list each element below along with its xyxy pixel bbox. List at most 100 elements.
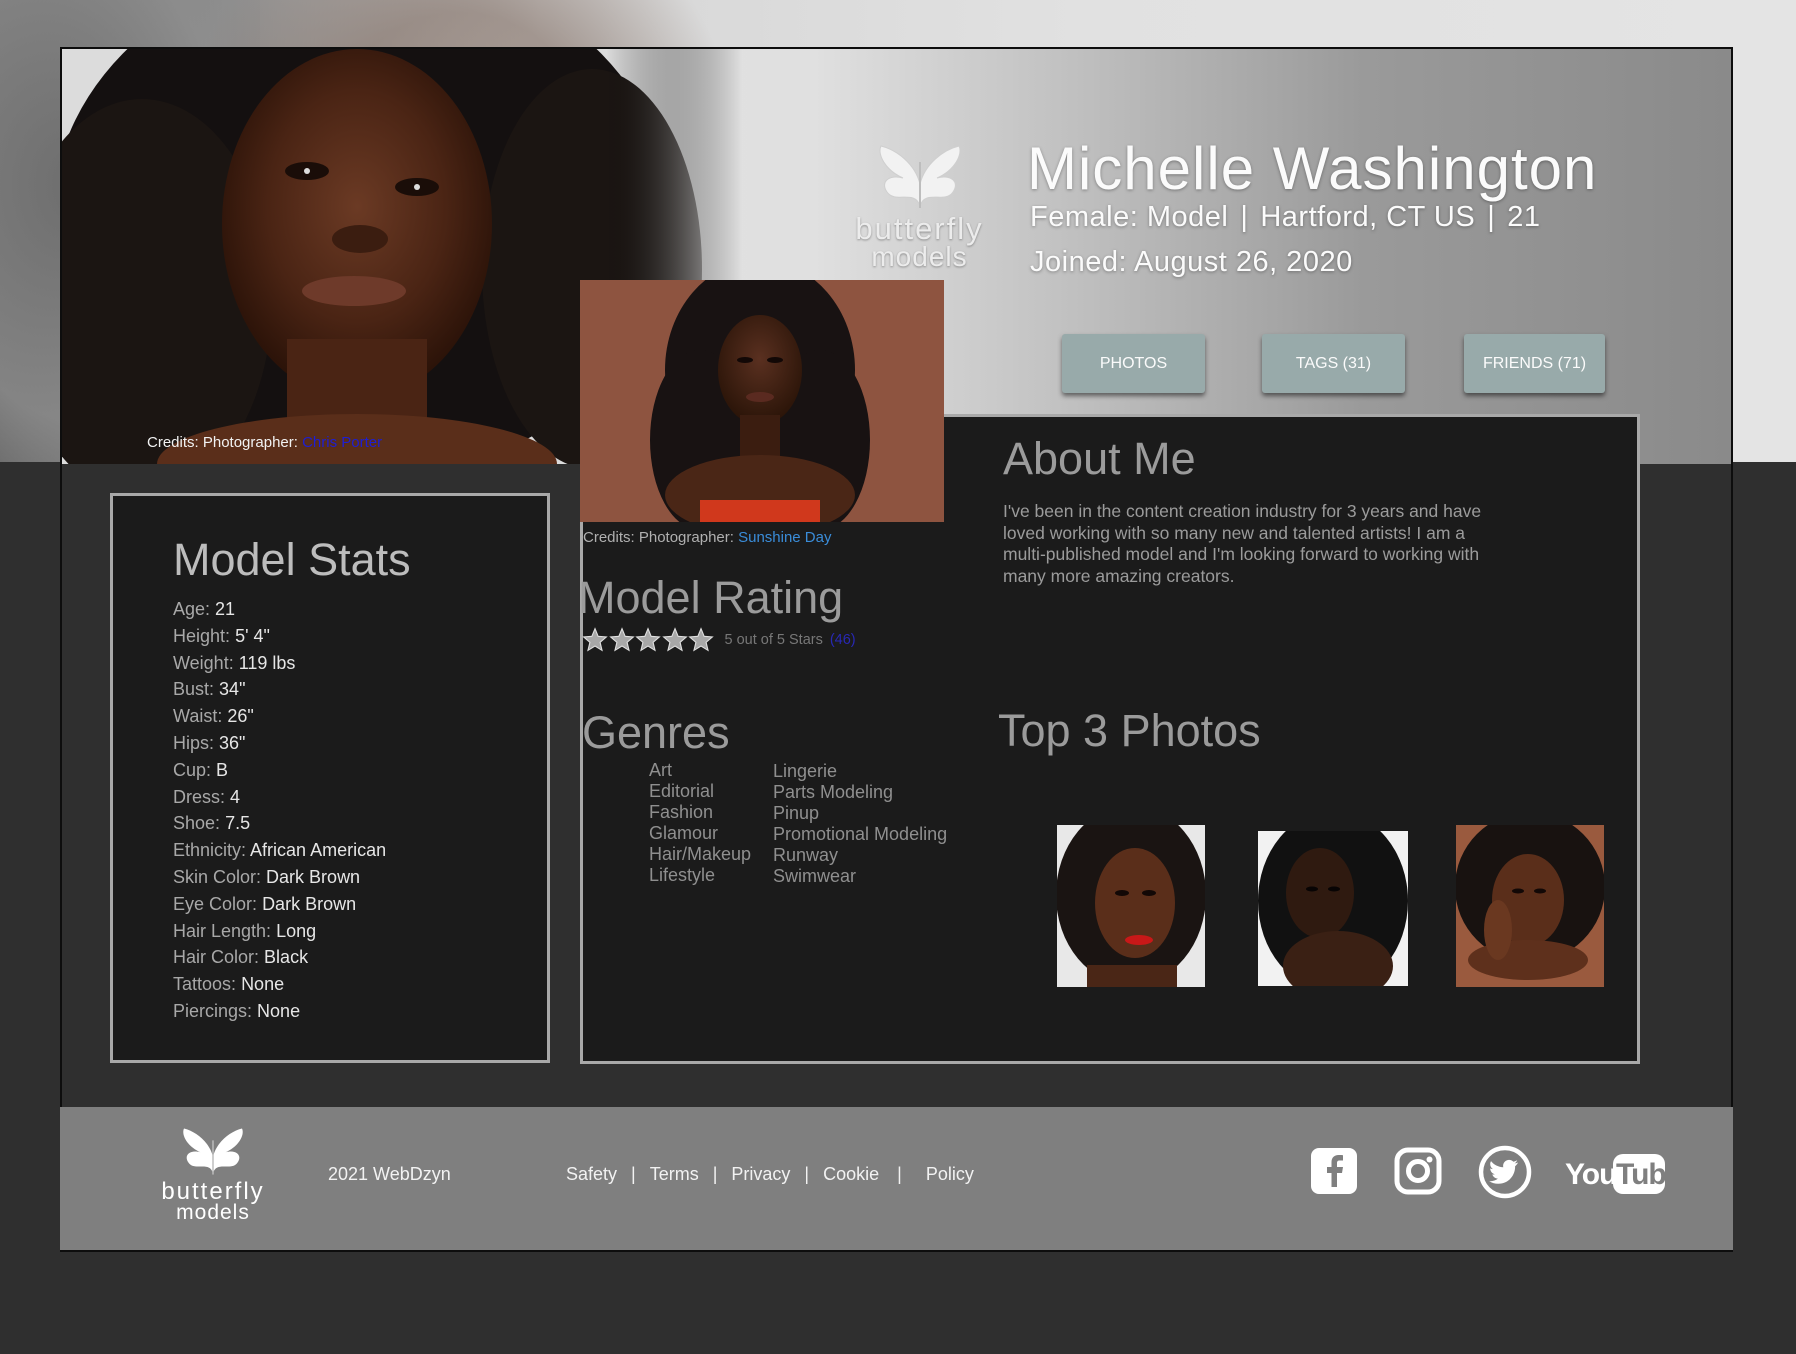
stat-value: 36" — [219, 732, 246, 753]
tab-photos[interactable]: PHOTOS — [1062, 334, 1205, 393]
stat-row: Bust: 34" — [173, 676, 386, 703]
stat-label: Bust: — [173, 679, 215, 700]
stat-label: Tattoos: — [173, 974, 237, 995]
genre-item: Lifestyle — [649, 865, 716, 885]
stat-label: Shoe: — [173, 813, 221, 834]
stat-label: Skin Color: — [173, 866, 262, 887]
stat-row: Shoe: 7.5 — [173, 810, 386, 837]
profile-name: Michelle Washington — [1027, 135, 1598, 202]
separator: | — [712, 1164, 718, 1184]
footer-logo[interactable]: butterfly models — [153, 1127, 273, 1224]
youtube-icon[interactable]: You Tube — [1563, 1151, 1667, 1197]
model-stats-list: Age: 21 Height: 5' 4" Weight: 119 lbs Bust:… — [173, 596, 386, 1025]
genre-item: Pinup — [773, 803, 820, 823]
genres-column-2: Lingerie Parts Modeling Pinup Promotional M… — [773, 761, 947, 887]
stat-row: Tattoos: None — [173, 971, 386, 998]
tab-tags[interactable]: TAGS (31) — [1262, 334, 1405, 393]
profile-age: 21 — [1507, 201, 1541, 233]
stat-label: Dress: — [173, 786, 226, 807]
about-me-text: I've been in the content creation indust… — [1003, 501, 1482, 586]
about-me-title: About Me — [1003, 433, 1196, 484]
model-stats-title: Model Stats — [173, 534, 411, 585]
stat-row: Height: 5' 4" — [173, 623, 386, 650]
main-credit-label: Credits: Photographer: — [583, 529, 734, 546]
star-icon — [635, 627, 661, 652]
stat-value: 5' 4" — [235, 625, 270, 646]
footer-link-policy[interactable]: Policy — [926, 1164, 974, 1185]
footer-link-safety[interactable]: Safety — [566, 1164, 617, 1185]
stat-label: Hips: — [173, 732, 215, 753]
brand-word-models: models — [871, 241, 968, 272]
top-photo-2[interactable] — [1258, 831, 1408, 986]
footer-link-cookie[interactable]: Cookie — [823, 1164, 879, 1185]
star-icon — [608, 627, 635, 652]
profile-main-photo[interactable] — [580, 280, 944, 522]
stat-label: Piercings: — [173, 1000, 253, 1021]
tab-friends[interactable]: FRIENDS (71) — [1464, 334, 1605, 393]
stat-row: Ethnicity: African American — [173, 837, 386, 864]
genres-title: Genres — [582, 707, 730, 758]
stat-row: Hair Length: Long — [173, 918, 386, 945]
top-photos-title: Top 3 Photos — [998, 705, 1261, 756]
profile-joined-date: Joined: August 26, 2020 — [1030, 246, 1353, 278]
svg-text:Tube: Tube — [1616, 1158, 1667, 1191]
stat-row: Waist: 26" — [173, 703, 386, 730]
genre-item: Promotional Modeling — [773, 824, 948, 844]
stat-label: Age: — [173, 599, 211, 619]
footer-link-terms[interactable]: Terms — [650, 1164, 699, 1185]
stat-row: Cup: B — [173, 757, 386, 784]
butterfly-logo-icon — [879, 145, 960, 208]
stat-value: 34" — [219, 679, 246, 700]
facebook-icon[interactable] — [1310, 1147, 1358, 1195]
footer-brand-word-butterfly: butterfly — [161, 1178, 265, 1205]
instagram-icon[interactable] — [1394, 1147, 1442, 1195]
genre-item: Lingerie — [773, 761, 838, 781]
top-photo-3[interactable] — [1456, 825, 1604, 987]
hero-credit-label: Credits: Photographer: — [147, 434, 298, 451]
twitter-icon[interactable] — [1478, 1145, 1532, 1199]
stat-value: Dark Brown — [266, 866, 361, 887]
model-rating-title: Model Rating — [578, 572, 844, 623]
stat-label: Hair Color: — [173, 947, 260, 968]
stat-row: Age: 21 — [173, 596, 386, 623]
butterfly-logo-icon — [183, 1128, 243, 1175]
rating-text: 5 out of 5 Stars — [724, 632, 823, 648]
stat-row: Hair Color: Black — [173, 944, 386, 971]
footer-brand-word-models: models — [176, 1201, 250, 1224]
stat-row: Eye Color: Dark Brown — [173, 891, 386, 918]
stat-value: African American — [250, 840, 387, 861]
genres-column-1: Art Editorial Fashion Glamour Hair/Makeup Lif… — [649, 760, 751, 886]
stat-row: Hips: 36" — [173, 730, 386, 757]
genre-item: Parts Modeling — [773, 782, 894, 802]
svg-text:You: You — [1565, 1158, 1616, 1191]
stat-row: Dress: 4 — [173, 784, 386, 811]
stat-value: None — [241, 974, 285, 995]
hero-credit-photographer-link[interactable]: Chris Porter — [302, 434, 382, 451]
main-credit-photographer-link[interactable]: Sunshine Day — [738, 529, 831, 546]
site-footer: butterfly models 2021 WebDzyn Safety | T… — [60, 1107, 1733, 1250]
stat-label: Ethnicity: — [173, 840, 247, 861]
brand-word-butterfly: butterfly — [855, 211, 984, 246]
stat-value: 4 — [230, 786, 241, 807]
star-icon — [688, 627, 714, 652]
genre-item: Art — [649, 760, 673, 780]
stat-value: Long — [276, 920, 317, 941]
stat-label: Cup: — [173, 759, 212, 780]
stat-value: Black — [264, 947, 309, 968]
separator: | — [1487, 201, 1496, 233]
footer-links: Safety | Terms | Privacy | Cookie | Poli… — [566, 1164, 974, 1185]
profile-location: Hartford, CT US — [1260, 201, 1476, 233]
stat-value: None — [257, 1000, 301, 1021]
footer-link-privacy[interactable]: Privacy — [731, 1164, 790, 1185]
star-icon — [661, 627, 688, 652]
separator: | — [1240, 201, 1249, 233]
main-photo-credit: Credits: Photographer: Sunshine Day — [583, 529, 832, 546]
profile-subline: Female: Model | Hartford, CT US | 21 — [1030, 201, 1541, 234]
stat-label: Hair Length: — [173, 920, 272, 941]
rating-count-link[interactable]: (46) — [830, 632, 856, 648]
genre-item: Fashion — [649, 802, 714, 822]
star-icon — [582, 627, 608, 652]
genre-item: Editorial — [649, 781, 715, 801]
stat-row: Skin Color: Dark Brown — [173, 864, 386, 891]
top-photo-1[interactable] — [1057, 825, 1205, 987]
